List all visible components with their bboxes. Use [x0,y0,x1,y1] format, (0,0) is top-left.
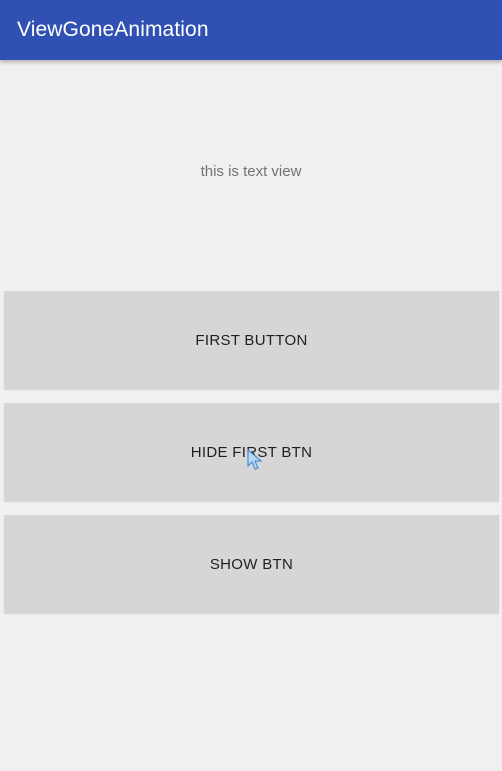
app-bar: ViewGoneAnimation [0,0,502,60]
text-view: this is text view [200,163,302,180]
pointer-cursor-icon [246,448,266,471]
show-button[interactable]: SHOW BTN [4,515,499,613]
first-button[interactable]: FIRST BUTTON [4,291,499,389]
app-title: ViewGoneAnimation [17,18,209,41]
